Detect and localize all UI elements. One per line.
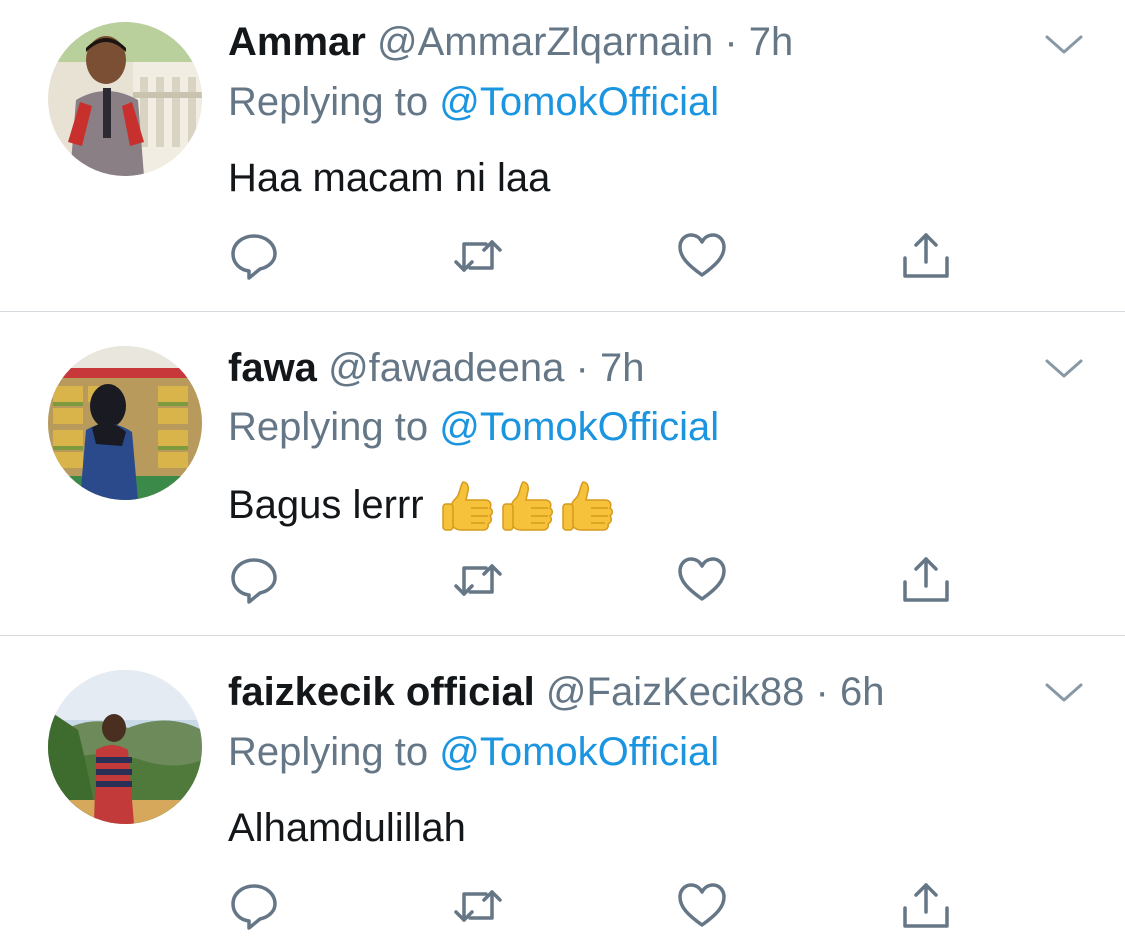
share-button[interactable] [900, 230, 952, 282]
thumbs-up-emoji-icon [502, 481, 553, 531]
reply-button[interactable] [228, 230, 280, 282]
reply-button[interactable] [228, 880, 280, 932]
retweet-button[interactable] [452, 230, 504, 282]
heart-icon [678, 557, 726, 601]
thumbs-up-emoji-icon [442, 481, 493, 531]
thumbs-up-emoji-icon [562, 481, 613, 531]
timestamp[interactable]: 7h [600, 346, 645, 390]
like-button[interactable] [676, 230, 728, 282]
display-name[interactable]: faizkecik official [228, 670, 535, 714]
avatar[interactable] [48, 346, 202, 500]
tweet-body: Bagus lerrr [228, 478, 621, 543]
reply-button[interactable] [228, 554, 280, 606]
retweet-icon [454, 890, 502, 922]
retweet-icon [454, 240, 502, 272]
avatar[interactable] [48, 22, 202, 176]
reply-bubble-icon [231, 884, 277, 930]
tweet-text: Bagus lerrr [228, 483, 424, 527]
replying-to: Replying to @TomokOfficial [228, 403, 719, 451]
display-name[interactable]: Ammar [228, 20, 366, 64]
tweet-header: Ammar @AmmarZlqarnain · 7h [228, 18, 793, 66]
replying-to-label: Replying to [228, 80, 429, 124]
tweet[interactable]: Ammar @AmmarZlqarnain · 7h Replying to @… [0, 0, 1125, 311]
retweet-button[interactable] [452, 880, 504, 932]
share-icon [903, 557, 949, 602]
separator-dot: · [575, 346, 589, 390]
share-button[interactable] [900, 554, 952, 606]
chevron-down-icon[interactable] [1044, 357, 1084, 381]
tweet[interactable]: faizkecik official @FaizKecik88 · 6h Rep… [0, 636, 1125, 943]
action-bar [0, 880, 1125, 940]
replying-to-label: Replying to [228, 405, 429, 449]
like-button[interactable] [676, 554, 728, 606]
share-icon [903, 883, 949, 928]
reply-bubble-icon [231, 558, 277, 604]
chevron-down-icon[interactable] [1044, 681, 1084, 705]
user-handle[interactable]: @AmmarZlqarnain [377, 20, 713, 64]
retweet-icon [454, 564, 502, 596]
action-bar [0, 230, 1125, 290]
action-bar [0, 554, 1125, 614]
tweet-header: fawa @fawadeena · 7h [228, 344, 644, 392]
share-button[interactable] [900, 880, 952, 932]
user-handle[interactable]: @fawadeena [328, 346, 564, 390]
chevron-down-icon[interactable] [1044, 33, 1084, 57]
user-handle[interactable]: @FaizKecik88 [546, 670, 804, 714]
reply-bubble-icon [231, 234, 277, 280]
separator-dot: · [724, 20, 738, 64]
replying-to-label: Replying to [228, 730, 429, 774]
like-button[interactable] [676, 880, 728, 932]
share-icon [903, 233, 949, 278]
replying-to: Replying to @TomokOfficial [228, 728, 719, 776]
tweet-text: Haa macam ni laa [228, 156, 551, 200]
heart-icon [678, 883, 726, 927]
tweet-text: Alhamdulillah [228, 806, 466, 850]
tweet[interactable]: fawa @fawadeena · 7h Replying to @TomokO… [0, 312, 1125, 635]
tweet-header: faizkecik official @FaizKecik88 · 6h [228, 668, 884, 716]
mention-link[interactable]: @TomokOfficial [439, 730, 719, 774]
heart-icon [678, 233, 726, 277]
display-name[interactable]: fawa [228, 346, 317, 390]
mention-link[interactable]: @TomokOfficial [439, 405, 719, 449]
replying-to: Replying to @TomokOfficial [228, 78, 719, 126]
avatar[interactable] [48, 670, 202, 824]
retweet-button[interactable] [452, 554, 504, 606]
emoji-group [441, 478, 621, 543]
mention-link[interactable]: @TomokOfficial [439, 80, 719, 124]
timestamp[interactable]: 6h [840, 670, 885, 714]
timestamp[interactable]: 7h [749, 20, 794, 64]
separator-dot: · [815, 670, 829, 714]
